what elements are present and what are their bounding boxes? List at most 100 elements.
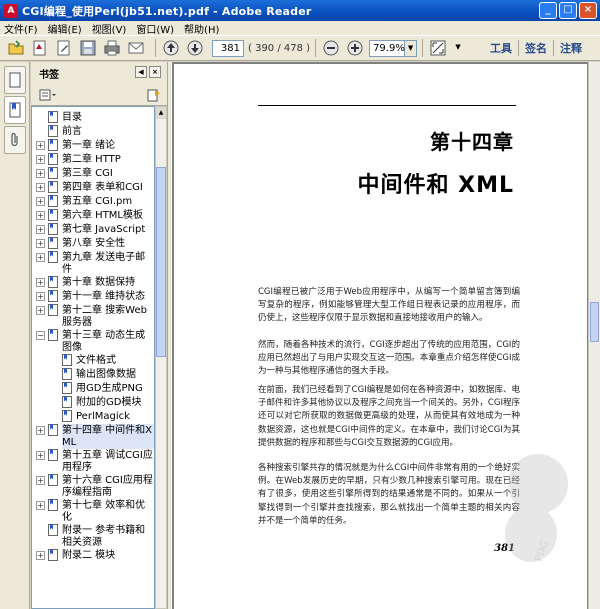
bookmark-item[interactable]: 输出图像数据 (32, 368, 154, 382)
expand-icon[interactable]: + (36, 183, 45, 192)
bookmark-item[interactable]: 文件格式 (32, 354, 154, 368)
expand-icon[interactable]: + (36, 197, 45, 206)
print-icon[interactable] (102, 38, 122, 58)
expand-icon[interactable]: + (36, 451, 45, 460)
document-scrollbar[interactable] (588, 62, 600, 609)
sign-button[interactable]: 签名 (525, 40, 547, 56)
bookmark-item[interactable]: + 第九章 发送电子邮件 (32, 251, 154, 276)
expand-icon[interactable]: + (36, 253, 45, 262)
bookmark-item[interactable]: 前言 (32, 125, 154, 139)
expand-icon[interactable]: + (36, 141, 45, 150)
bookmark-item[interactable]: PerlMagick (32, 410, 154, 424)
menu-window[interactable]: 窗口(W) (136, 21, 174, 36)
bookmark-item[interactable]: 附加的GD模块 (32, 396, 154, 410)
bookmark-page-icon (48, 524, 58, 536)
bookmark-item[interactable]: + 第十章 数据保持 (32, 276, 154, 290)
bookmark-label: 输出图像数据 (76, 369, 136, 380)
bookmark-item[interactable]: 附录一 参考书籍和相关资源 (32, 524, 154, 549)
zoom-input[interactable]: 79.9% (369, 39, 406, 57)
bookmark-label: 第十二章 搜索Web服务器 (62, 305, 147, 328)
bookmark-label: 第十五章 调试CGI应用程序 (62, 450, 153, 473)
create-pdf-icon[interactable] (30, 38, 50, 58)
comment-button[interactable]: 注释 (560, 40, 582, 56)
scroll-thumb[interactable] (156, 167, 166, 357)
options-menu-icon[interactable] (39, 89, 59, 101)
new-bookmark-icon[interactable] (147, 89, 161, 102)
email-icon[interactable] (126, 38, 146, 58)
bookmark-item[interactable]: + 第七章 JavaScript (32, 223, 154, 237)
collapse-icon[interactable]: − (36, 331, 45, 340)
page-icon (9, 72, 21, 88)
scroll-up-icon[interactable]: ▲ (156, 107, 166, 119)
bookmark-item[interactable]: + 第六章 HTML模板 (32, 209, 154, 223)
bookmark-item[interactable]: 目录 (32, 111, 154, 125)
tools-button[interactable]: 工具 (490, 40, 512, 56)
document-view[interactable]: 第十四章 中间件和 XML CGI编程已被广泛用于Web应用程序中，从编写一个简… (172, 62, 600, 609)
expand-icon[interactable]: + (36, 551, 45, 560)
bookmark-page-icon (48, 499, 58, 511)
collapse-panel-icon[interactable]: ◀ (135, 66, 147, 78)
expand-icon[interactable]: + (36, 278, 45, 287)
bookmark-item[interactable]: + 第十六章 CGI应用程序编程指南 (32, 474, 154, 499)
zoom-dropdown-icon[interactable]: ▼ (405, 39, 418, 57)
bookmarks-tree[interactable]: 目录 前言 + 第一章 绪论 + 第二章 HTTP + 第三章 CGI + 第四章 表单和CGI +… (31, 106, 155, 609)
edit-pdf-icon[interactable] (54, 38, 74, 58)
expand-icon[interactable]: + (36, 211, 45, 220)
fit-page-icon[interactable] (428, 38, 448, 58)
bookmark-item[interactable]: + 第三章 CGI (32, 167, 154, 181)
fit-dropdown-icon[interactable]: ▼ (452, 40, 464, 57)
bookmark-item[interactable]: + 第十五章 调试CGI应用程序 (32, 449, 154, 474)
menu-edit[interactable]: 编辑(E) (48, 21, 82, 36)
zoom-in-icon[interactable] (345, 38, 365, 58)
bookmark-item[interactable]: + 第十四章 中间件和XML (32, 424, 154, 449)
bookmark-item[interactable]: + 第十七章 效率和优化 (32, 499, 154, 524)
attachments-tab[interactable] (4, 126, 26, 154)
bookmark-label: PerlMagick (76, 411, 130, 422)
bookmark-item[interactable]: + 第二章 HTTP (32, 153, 154, 167)
minimize-button[interactable]: _ (539, 2, 557, 19)
bookmark-item[interactable]: − 第十三章 动态生成图像 (32, 329, 154, 354)
adobe-reader-icon: A (4, 3, 18, 18)
maximize-button[interactable]: □ (559, 2, 577, 19)
menu-view[interactable]: 视图(V) (92, 21, 127, 36)
previous-page-icon[interactable] (161, 38, 181, 58)
expand-icon[interactable]: + (36, 239, 45, 248)
bookmark-label: 第四章 表单和CGI (62, 182, 143, 193)
expand-icon[interactable]: + (36, 155, 45, 164)
expand-icon[interactable]: + (36, 225, 45, 234)
page-number-input[interactable]: 381 (212, 39, 244, 57)
scroll-thumb[interactable] (590, 302, 599, 342)
expand-icon[interactable]: + (36, 476, 45, 485)
bookmarks-scrollbar[interactable]: ▲ (155, 106, 167, 609)
bookmark-item[interactable]: + 第四章 表单和CGI (32, 181, 154, 195)
save-icon[interactable] (78, 38, 98, 58)
bookmark-item[interactable]: 用GD生成PNG (32, 382, 154, 396)
bookmark-page-icon (48, 304, 58, 316)
expand-icon[interactable]: + (36, 501, 45, 510)
expand-icon[interactable]: + (36, 169, 45, 178)
bookmark-item[interactable]: + 第八章 安全性 (32, 237, 154, 251)
page-thumbnails-tab[interactable] (4, 66, 26, 94)
bookmark-page-icon (48, 181, 58, 193)
expand-icon[interactable]: + (36, 306, 45, 315)
window-title: CGI编程_使用Perl(jb51.net).pdf - Adobe Reade… (22, 4, 312, 18)
bookmark-item[interactable]: + 附录二 模块 (32, 549, 154, 563)
bookmark-page-icon (62, 396, 72, 408)
bookmark-item[interactable]: + 第十一章 维持状态 (32, 290, 154, 304)
bookmarks-tab[interactable] (4, 96, 26, 124)
expand-icon[interactable]: + (36, 426, 45, 435)
next-page-icon[interactable] (185, 38, 205, 58)
close-button[interactable]: × (579, 2, 597, 19)
paragraph: CGI编程已被广泛用于Web应用程序中，从编写一个简单留言簿到编写复杂的程序，例… (258, 287, 520, 324)
bookmark-item[interactable]: + 第十二章 搜索Web服务器 (32, 304, 154, 329)
bookmark-label: 第九章 发送电子邮件 (62, 252, 146, 275)
bookmark-item[interactable]: + 第五章 CGI.pm (32, 195, 154, 209)
bookmark-label: 附录二 模块 (62, 550, 116, 561)
open-icon[interactable] (6, 38, 26, 58)
menu-file[interactable]: 文件(F) (4, 21, 38, 36)
zoom-out-icon[interactable] (321, 38, 341, 58)
expand-icon[interactable]: + (36, 292, 45, 301)
menu-help[interactable]: 帮助(H) (184, 21, 219, 36)
bookmark-item[interactable]: + 第一章 绪论 (32, 139, 154, 153)
close-panel-icon[interactable]: × (149, 66, 161, 78)
